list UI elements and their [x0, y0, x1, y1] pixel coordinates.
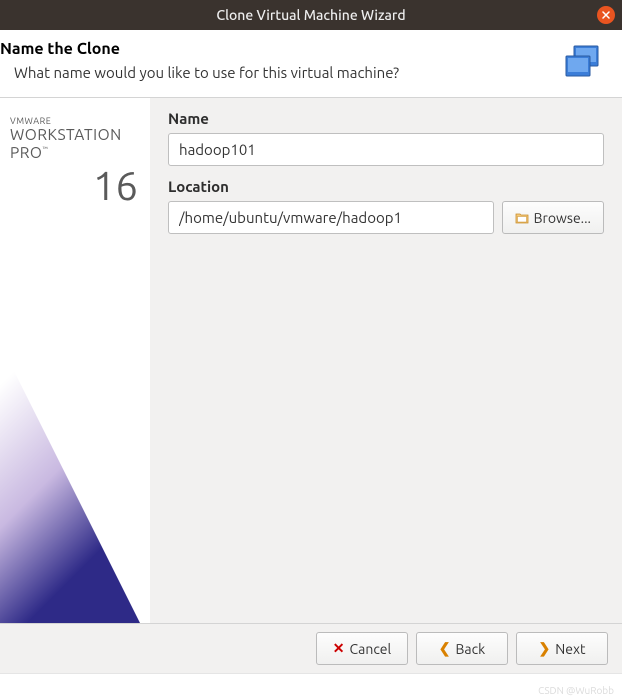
vmware-brand: VMWARE WORKSTATION PRO™ 16: [0, 98, 150, 206]
brand-pro: PRO: [10, 144, 42, 161]
page-subtitle: What name would you like to use for this…: [14, 64, 608, 81]
wizard-footer: ✕ Cancel ❮ Back ❯ Next: [0, 623, 622, 673]
window-close-button[interactable]: [597, 6, 615, 24]
browse-button[interactable]: Browse...: [502, 201, 604, 234]
cancel-icon: ✕: [333, 640, 345, 657]
wizard-content: VMWARE WORKSTATION PRO™ 16 Name Location…: [0, 98, 622, 623]
brand-workstation: WORKSTATION: [10, 126, 150, 144]
sidebar-decoration: [0, 303, 150, 623]
page-title: Name the Clone: [0, 40, 608, 58]
next-icon: ❯: [538, 640, 550, 657]
cancel-button[interactable]: ✕ Cancel: [316, 632, 408, 665]
window-titlebar: Clone Virtual Machine Wizard: [0, 0, 622, 30]
wizard-main: Name Location Browse...: [150, 98, 622, 623]
name-label: Name: [168, 110, 604, 127]
location-input[interactable]: [168, 201, 494, 234]
wizard-header: Name the Clone What name would you like …: [0, 30, 622, 98]
brand-vmware: VMWARE: [10, 116, 150, 126]
trademark-icon: ™: [42, 145, 47, 153]
name-input[interactable]: [168, 133, 604, 166]
location-label: Location: [168, 178, 604, 195]
folder-icon: [515, 212, 529, 224]
next-button[interactable]: ❯ Next: [516, 632, 608, 665]
back-icon: ❮: [439, 640, 451, 657]
browse-label: Browse...: [534, 210, 591, 226]
back-label: Back: [456, 641, 486, 657]
close-icon: [602, 11, 610, 19]
clone-machines-icon: [562, 42, 604, 84]
next-label: Next: [555, 641, 585, 657]
wizard-sidebar: VMWARE WORKSTATION PRO™ 16: [0, 98, 150, 623]
back-button[interactable]: ❮ Back: [416, 632, 508, 665]
cancel-label: Cancel: [350, 641, 392, 657]
brand-version: 16: [10, 166, 150, 206]
background-fragment: [0, 673, 622, 693]
window-title: Clone Virtual Machine Wizard: [216, 7, 405, 23]
